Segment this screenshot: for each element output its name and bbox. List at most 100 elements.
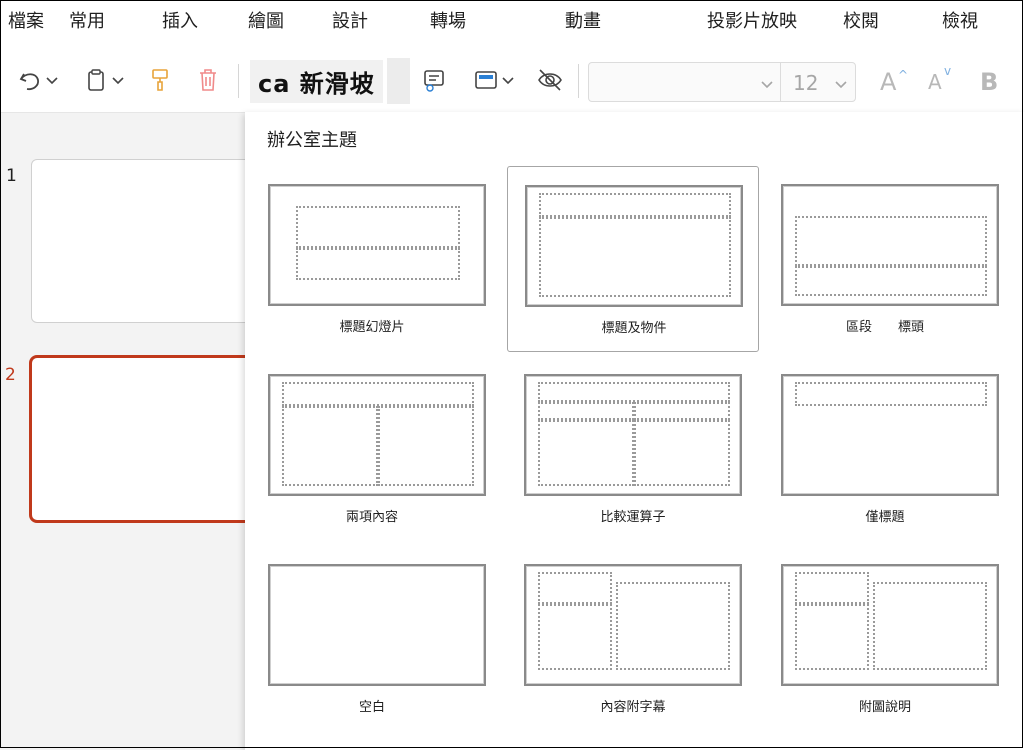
delete-button[interactable] bbox=[192, 64, 224, 96]
text-placeholder bbox=[795, 266, 987, 296]
layout-thumbnail bbox=[268, 184, 486, 306]
font-combo: 12 bbox=[588, 62, 856, 102]
title-placeholder bbox=[538, 382, 730, 402]
chevron-down-icon bbox=[833, 76, 849, 96]
menu-review[interactable]: 校閱 bbox=[843, 11, 879, 33]
title-placeholder bbox=[795, 382, 987, 406]
layout-name: 標題幻燈片 bbox=[339, 320, 405, 335]
menu-view[interactable]: 檢視 bbox=[942, 11, 978, 33]
layout-section-header[interactable]: 區段 標頭 bbox=[759, 166, 1011, 352]
layout-name: 內容附字幕 bbox=[600, 700, 666, 715]
font-name-select[interactable] bbox=[589, 63, 780, 101]
layout-thumbnail bbox=[781, 374, 999, 496]
menu-transitions[interactable]: 轉場 bbox=[430, 11, 466, 33]
layout-name: 比較運算子 bbox=[600, 510, 666, 525]
menu-home[interactable]: 常用 bbox=[69, 11, 105, 33]
content-placeholder-left bbox=[282, 406, 378, 486]
layout-title-and-content[interactable]: 標題及物件 bbox=[507, 166, 759, 352]
new-comment-button[interactable] bbox=[418, 64, 450, 96]
caret-down-icon: v bbox=[944, 64, 952, 78]
menu-bar: 檔案 常用 插入 繪圖 設計 轉場 動畫 投影片放映 校閱 檢視 bbox=[0, 0, 1025, 46]
layout-thumbnail bbox=[781, 184, 999, 306]
chevron-down-icon bbox=[500, 72, 516, 88]
toolbar-separator bbox=[238, 64, 239, 98]
slide-number: 1 bbox=[6, 166, 17, 186]
title-placeholder bbox=[539, 193, 731, 217]
layout-icon bbox=[472, 66, 500, 94]
menu-design[interactable]: 設計 bbox=[332, 11, 368, 33]
bold-button[interactable]: B bbox=[980, 68, 998, 96]
layout-gallery-dropdown: 辦公室主題 標題幻燈片 標題及物件 區段 標頭 兩項內容 比較運算子 僅標題 空… bbox=[245, 112, 1025, 750]
increase-font-letter: A bbox=[880, 68, 897, 96]
layout-thumbnail bbox=[524, 564, 742, 686]
title-placeholder bbox=[795, 572, 869, 604]
layout-button-tail bbox=[386, 58, 410, 104]
content-placeholder-right bbox=[634, 420, 730, 486]
paste-button[interactable] bbox=[76, 64, 132, 96]
layout-thumbnail bbox=[268, 374, 486, 496]
menu-draw[interactable]: 繪圖 bbox=[248, 11, 284, 33]
decrease-font-letter: A bbox=[928, 70, 942, 94]
comment-icon bbox=[420, 66, 448, 94]
caret-up-icon: ^ bbox=[898, 68, 909, 82]
slide-thumbnail-1[interactable] bbox=[31, 159, 251, 323]
delete-icon bbox=[195, 66, 221, 94]
format-painter-button[interactable] bbox=[144, 64, 176, 96]
chevron-down-icon bbox=[110, 72, 126, 88]
menu-slideshow[interactable]: 投影片放映 bbox=[707, 11, 797, 33]
chevron-down-icon bbox=[759, 76, 775, 96]
slide-number: 2 bbox=[5, 365, 16, 385]
decrease-font-button[interactable]: A v bbox=[926, 64, 958, 98]
slide-thumbnail-2[interactable] bbox=[29, 355, 253, 523]
clipboard-icon bbox=[82, 66, 110, 94]
layout-name: 標題及物件 bbox=[601, 321, 667, 336]
title-placeholder bbox=[296, 206, 460, 248]
menu-animations[interactable]: 動畫 bbox=[565, 11, 601, 33]
layout-name: 兩項內容 bbox=[345, 510, 398, 525]
menu-insert[interactable]: 插入 bbox=[162, 11, 198, 33]
layout-thumbnail bbox=[268, 564, 486, 686]
undo-icon bbox=[16, 66, 44, 94]
layout-thumbnail bbox=[524, 374, 742, 496]
layout-thumbnail bbox=[525, 185, 743, 307]
layout-name: 區段 標頭 bbox=[845, 320, 924, 335]
gallery-title: 辦公室主題 bbox=[267, 130, 357, 151]
menu-file[interactable]: 檔案 bbox=[8, 11, 44, 33]
content-placeholder bbox=[539, 217, 731, 297]
layout-thumbnail bbox=[781, 564, 999, 686]
layout-comparison[interactable]: 比較運算子 bbox=[507, 356, 759, 542]
layout-name: 附圖說明 bbox=[858, 700, 911, 715]
title-placeholder bbox=[795, 216, 987, 266]
heading-placeholder-right bbox=[634, 402, 730, 420]
chevron-down-icon bbox=[44, 72, 60, 88]
layout-button-label: ca 新滑坡 bbox=[250, 59, 383, 103]
layout-blank[interactable]: 空白 bbox=[246, 546, 498, 732]
layout-name: 空白 bbox=[358, 700, 385, 715]
layout-content-with-caption[interactable]: 內容附字幕 bbox=[507, 546, 759, 732]
content-placeholder bbox=[616, 582, 730, 670]
content-placeholder-left bbox=[538, 420, 634, 486]
subtitle-placeholder bbox=[296, 248, 460, 280]
undo-button[interactable] bbox=[10, 64, 66, 96]
heading-placeholder-left bbox=[538, 402, 634, 420]
title-placeholder bbox=[282, 382, 474, 406]
hide-slide-button[interactable] bbox=[534, 64, 566, 96]
layout-picture-with-caption[interactable]: 附圖說明 bbox=[759, 546, 1011, 732]
layout-button[interactable]: ca 新滑坡 bbox=[250, 58, 410, 104]
combo-divider bbox=[780, 63, 781, 101]
layout-title-slide[interactable]: 標題幻燈片 bbox=[246, 166, 498, 352]
text-placeholder bbox=[538, 604, 612, 670]
layout-name: 僅標題 bbox=[865, 510, 905, 525]
content-placeholder-right bbox=[378, 406, 474, 486]
slide-thumbnail-pane: 1 2 bbox=[0, 113, 253, 750]
layout-title-only[interactable]: 僅標題 bbox=[759, 356, 1011, 542]
font-size-select[interactable]: 12 bbox=[793, 71, 818, 95]
layout-two-content[interactable]: 兩項內容 bbox=[246, 356, 498, 542]
format-painter-icon bbox=[147, 66, 173, 94]
hide-icon bbox=[536, 66, 564, 94]
picture-placeholder bbox=[873, 582, 987, 670]
toolbar-separator bbox=[578, 64, 579, 98]
ribbon-toolbar: ca 新滑坡 12 A ^ A v B bbox=[0, 46, 1025, 113]
layout-dropdown-button[interactable] bbox=[466, 64, 522, 96]
increase-font-button[interactable]: A ^ bbox=[878, 64, 910, 98]
